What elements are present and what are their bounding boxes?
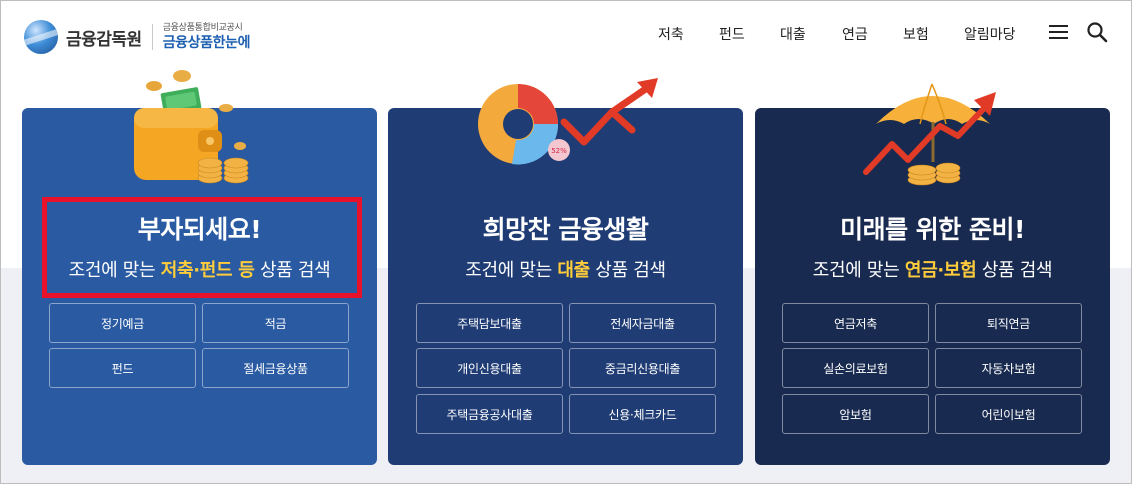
btn-mortgage-loan[interactable]: 주택담보대출 — [416, 303, 563, 343]
btn-medical-insurance[interactable]: 실손의료보험 — [782, 348, 929, 388]
btn-fixed-deposit[interactable]: 정기예금 — [49, 303, 196, 343]
nav-item-notice[interactable]: 알림마당 — [964, 24, 1016, 44]
btn-retirement-pension[interactable]: 퇴직연금 — [935, 303, 1082, 343]
nav-item-loan[interactable]: 대출 — [780, 24, 806, 44]
umbrella-coins-icon — [863, 83, 996, 186]
card-subtitle-suffix: 상품 검색 — [976, 260, 1053, 281]
btn-credit-check-card[interactable]: 신용·체크카드 — [569, 394, 716, 434]
site-header: 금융감독원 금융상품통합비교공시 금융상품한눈에 저축 펀드 대출 연금 보험 … — [0, 0, 1132, 70]
annotation-highlight-box — [42, 197, 362, 298]
card-title: 희망찬 금융생활 — [482, 215, 649, 244]
nav-item-pension[interactable]: 연금 — [842, 24, 868, 44]
btn-child-insurance[interactable]: 어린이보험 — [935, 394, 1082, 434]
btn-pension-savings[interactable]: 연금저축 — [782, 303, 929, 343]
btn-hf-loan[interactable]: 주택금융공사대출 — [416, 394, 563, 434]
hamburger-menu-icon[interactable] — [1049, 25, 1068, 39]
chart-badge-text: 52% — [551, 147, 567, 155]
card-subtitle-prefix: 조건에 맞는 — [812, 260, 905, 281]
donut-chart-arrow-icon: 52% — [478, 78, 658, 165]
btn-auto-insurance[interactable]: 자동차보험 — [935, 348, 1082, 388]
card-subtitle-suffix: 상품 검색 — [589, 260, 666, 281]
card-subtitle-highlight: 대출 — [557, 260, 590, 281]
nav-item-insurance[interactable]: 보험 — [903, 24, 929, 44]
card-subtitle-prefix: 조건에 맞는 — [465, 260, 558, 281]
btn-midrate-credit-loan[interactable]: 중금리신용대출 — [569, 348, 716, 388]
wallet-coins-icon — [134, 70, 249, 184]
btn-tax-saving-products[interactable]: 절세금융상품 — [202, 348, 349, 388]
btn-jeonse-loan[interactable]: 전세자금대출 — [569, 303, 716, 343]
btn-installment-savings[interactable]: 적금 — [202, 303, 349, 343]
nav-item-savings[interactable]: 저축 — [658, 24, 684, 44]
nav-item-fund[interactable]: 펀드 — [719, 24, 745, 44]
btn-personal-credit-loan[interactable]: 개인신용대출 — [416, 348, 563, 388]
card-subtitle: 조건에 맞는 연금·보험 상품 검색 — [755, 256, 1110, 282]
btn-fund[interactable]: 펀드 — [49, 348, 196, 388]
card-subtitle: 조건에 맞는 대출 상품 검색 — [388, 256, 743, 282]
card-subtitle-highlight: 연금·보험 — [904, 260, 977, 281]
card-title: 미래를 위한 준비! — [840, 215, 1025, 244]
search-icon[interactable] — [1086, 21, 1108, 43]
main-nav: 저축 펀드 대출 연금 보험 알림마당 — [0, 24, 1132, 44]
btn-cancer-insurance[interactable]: 암보험 — [782, 394, 929, 434]
